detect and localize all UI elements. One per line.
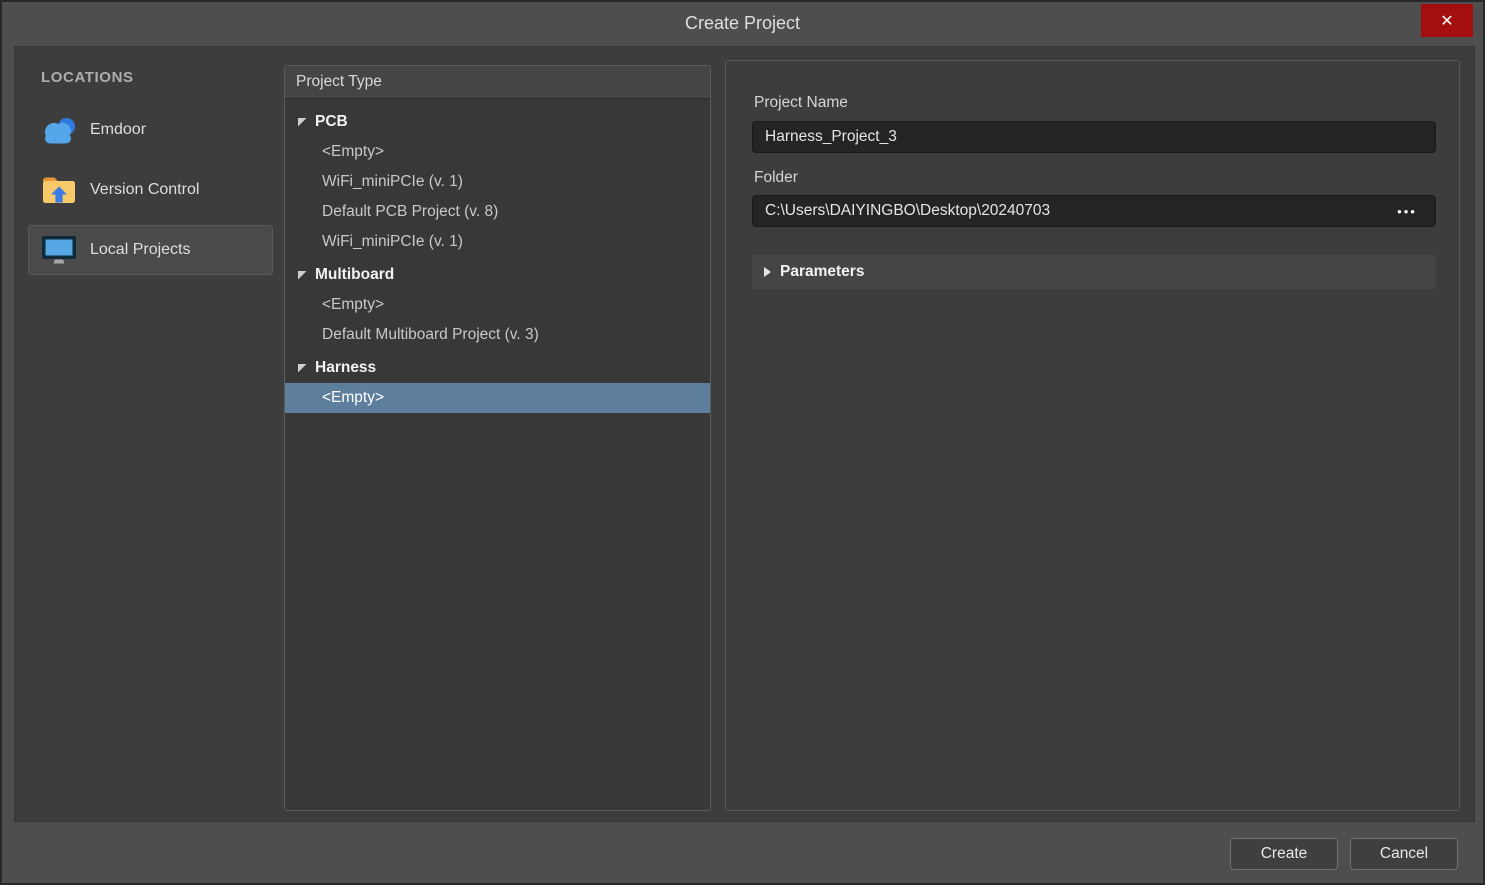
tree-group-label: Harness xyxy=(315,359,376,377)
tree-group-harness[interactable]: Harness xyxy=(285,353,710,383)
project-type-tree: PCB <Empty> WiFi_miniPCIe (v. 1) Default… xyxy=(285,99,710,413)
create-button[interactable]: Create xyxy=(1230,838,1338,870)
close-icon: ✕ xyxy=(1440,11,1453,31)
cancel-button[interactable]: Cancel xyxy=(1350,838,1458,870)
folder-path-value[interactable]: C:\Users\DAIYINGBO\Desktop\20240703 xyxy=(765,202,1387,220)
create-project-dialog: Create Project ✕ LOCATIONS Emdoor xyxy=(0,0,1485,885)
folder-upload-icon xyxy=(40,175,78,205)
tree-item[interactable]: Default PCB Project (v. 8) xyxy=(285,197,710,227)
project-details-panel: Project Name Folder C:\Users\DAIYINGBO\D… xyxy=(725,60,1460,811)
folder-input[interactable]: C:\Users\DAIYINGBO\Desktop\20240703 ••• xyxy=(752,195,1436,227)
parameters-expander[interactable]: Parameters xyxy=(752,255,1436,289)
locations-header: LOCATIONS xyxy=(41,69,134,86)
tree-collapse-icon[interactable] xyxy=(298,364,307,373)
cloud-icon xyxy=(40,115,78,145)
close-button[interactable]: ✕ xyxy=(1421,4,1473,37)
dialog-content: LOCATIONS Emdoor Version Contr xyxy=(14,46,1475,822)
tree-collapse-icon[interactable] xyxy=(298,271,307,280)
tree-group-label: Multiboard xyxy=(315,266,394,284)
tree-group-pcb[interactable]: PCB xyxy=(285,107,710,137)
tree-item[interactable]: WiFi_miniPCIe (v. 1) xyxy=(285,167,710,197)
project-name-input[interactable] xyxy=(752,121,1436,153)
project-name-label: Project Name xyxy=(754,94,848,112)
tree-item[interactable]: <Empty> xyxy=(285,290,710,320)
tree-item-selected[interactable]: <Empty> xyxy=(285,383,710,413)
sidebar-item-local-projects[interactable]: Local Projects xyxy=(28,225,273,275)
ellipsis-icon: ••• xyxy=(1397,204,1417,219)
parameters-label: Parameters xyxy=(780,263,864,281)
sidebar-item-label: Version Control xyxy=(90,181,199,199)
monitor-icon xyxy=(40,235,78,265)
project-type-header: Project Type xyxy=(285,66,710,99)
titlebar: Create Project ✕ xyxy=(2,2,1483,46)
tree-item[interactable]: <Empty> xyxy=(285,137,710,167)
tree-item[interactable]: WiFi_miniPCIe (v. 1) xyxy=(285,227,710,257)
project-type-panel: Project Type PCB <Empty> WiFi_miniPCIe (… xyxy=(284,65,711,811)
sidebar-item-version-control[interactable]: Version Control xyxy=(28,165,273,215)
folder-label: Folder xyxy=(754,169,798,187)
sidebar-item-label: Emdoor xyxy=(90,121,146,139)
tree-collapse-icon[interactable] xyxy=(298,118,307,127)
browse-folder-button[interactable]: ••• xyxy=(1387,198,1427,224)
sidebar-item-emdoor[interactable]: Emdoor xyxy=(28,105,273,155)
chevron-right-icon xyxy=(764,267,771,277)
tree-group-label: PCB xyxy=(315,113,348,131)
tree-item[interactable]: Default Multiboard Project (v. 3) xyxy=(285,320,710,350)
footer-bar: Create Cancel xyxy=(2,822,1483,885)
sidebar-item-label: Local Projects xyxy=(90,241,191,259)
dialog-title: Create Project xyxy=(2,13,1483,34)
tree-group-multiboard[interactable]: Multiboard xyxy=(285,260,710,290)
